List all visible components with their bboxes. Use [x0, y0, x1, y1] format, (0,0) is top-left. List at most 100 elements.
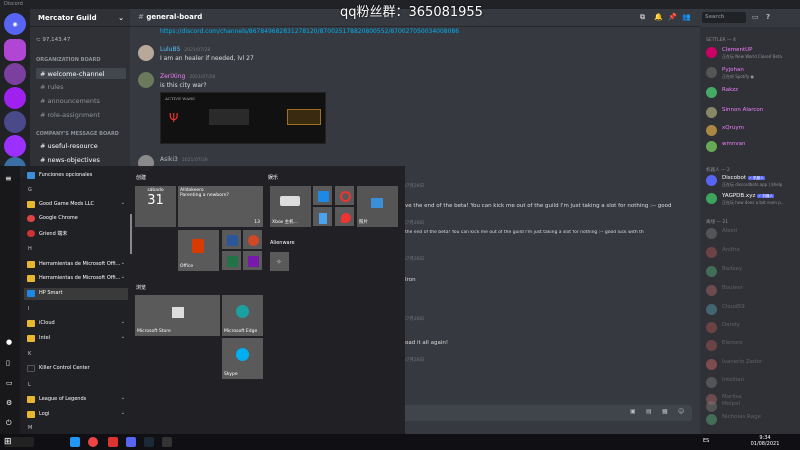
members-icon[interactable]: 👥 [682, 13, 691, 21]
pictures-icon[interactable]: ▭ [6, 379, 13, 387]
member-item[interactable]: Discobot ✓ 机器人 正在玩 discordbots.app | $help [706, 174, 798, 188]
groove-tile[interactable] [335, 186, 354, 205]
member-item[interactable]: Anitha [706, 246, 798, 260]
user-icon[interactable]: ● [6, 338, 12, 346]
channel-useful-resource[interactable]: # useful-resource [36, 140, 126, 151]
member-item[interactable]: Rakzz [706, 86, 798, 100]
app-item[interactable]: Google Chrome [24, 213, 128, 225]
category-header[interactable]: COMPANY'S MESSAGE BOARD [36, 131, 119, 137]
alienware-tile[interactable]: ✧ [270, 252, 289, 271]
steam-icon[interactable] [144, 437, 154, 447]
server-icon[interactable] [4, 135, 26, 157]
tile-group-title[interactable]: 娱乐 [268, 174, 278, 181]
member-item[interactable]: Cloud59 [706, 303, 798, 317]
member-item[interactable]: Dandy [706, 321, 798, 335]
app-folder[interactable]: Herramientas de Microsoft Offi... ⌄ [24, 273, 128, 285]
app-folder[interactable]: iCloud ⌄ [24, 318, 128, 330]
member-item[interactable]: YAGPDB.xyz ✓ 机器人 正在玩 how does a bot even p… [706, 192, 798, 206]
taskbar-app-icon[interactable] [70, 437, 80, 447]
tile-group-title[interactable]: Alienware [270, 240, 295, 246]
embed-image[interactable]: ACTIVE WARS Ψ [160, 92, 326, 144]
app-folder[interactable]: League of Legends ⌄ [24, 394, 128, 406]
sticker-icon[interactable]: ▦ [662, 408, 668, 415]
message-author[interactable]: Asiki3 2021/07/28 [160, 156, 208, 163]
scrollbar[interactable] [130, 214, 132, 254]
member-item[interactable]: Ivanerio Zedor [706, 358, 798, 372]
avatar[interactable] [138, 72, 154, 88]
skype-tile[interactable]: Skype [222, 338, 263, 379]
bell-icon[interactable]: 🔔 [654, 13, 663, 21]
app-item[interactable]: Funciones opcionales [24, 170, 128, 182]
taskbar-app-icon[interactable] [108, 437, 118, 447]
member-item[interactable]: Pyjohan 正在听 Spotify ● [706, 66, 798, 80]
channel-announcements[interactable]: # announcements [36, 95, 126, 106]
clock[interactable]: 9:34 01/08/2021 [750, 435, 780, 447]
gif-icon[interactable]: ▤ [646, 408, 652, 415]
discord-home-icon[interactable]: ◉ [4, 13, 26, 35]
member-item[interactable]: Sinnon Alarcon [706, 106, 798, 120]
server-icon[interactable] [4, 63, 26, 85]
emoji-icon[interactable]: ☺ [678, 408, 684, 415]
channel-role-assignment[interactable]: # role-assignment [36, 109, 126, 120]
member-item[interactable]: Nicholas Rage [706, 413, 798, 427]
app-folder[interactable]: Good Game Mods LLC ⌄ [24, 199, 128, 211]
member-item[interactable]: xQruym [706, 124, 798, 138]
tile-group-title[interactable]: 浏览 [136, 284, 146, 291]
member-item[interactable]: Boulevr [706, 284, 798, 298]
search-input[interactable]: Search [702, 12, 746, 23]
member-item[interactable]: Molpel [706, 400, 798, 414]
channel-rules[interactable]: # rules [36, 81, 126, 92]
document-icon[interactable]: ▯ [6, 359, 10, 367]
message-input[interactable]: ▣ ▤ ▦ ☺ [400, 405, 692, 421]
server-icon[interactable] [4, 111, 26, 133]
avatar[interactable] [138, 45, 154, 61]
letter-header[interactable]: K [28, 351, 31, 357]
xbox-tile[interactable]: Xbox 主机... [270, 186, 311, 227]
maps-tile[interactable] [335, 207, 354, 226]
member-item[interactable]: Elenoro [706, 339, 798, 353]
app-item[interactable]: Griend 端末 [24, 228, 128, 240]
store-tile[interactable]: Microsoft Store [135, 295, 220, 336]
power-icon[interactable]: ⏻ [6, 419, 12, 428]
chrome-icon[interactable] [88, 437, 98, 447]
pin-icon[interactable]: 📌 [668, 13, 677, 21]
category-header[interactable]: ORGANIZATION BOARD [36, 57, 100, 63]
word-tile[interactable] [222, 230, 241, 249]
letter-header[interactable]: I [28, 306, 29, 312]
message-author[interactable]: ZeriXing 2021/07/28 [160, 73, 215, 80]
help-icon[interactable]: ? [766, 13, 774, 21]
member-item[interactable]: Badsey [706, 265, 798, 279]
message-author[interactable]: LuluBS 2021/07/28 [160, 46, 210, 53]
member-item[interactable]: wmnvan [706, 140, 798, 154]
letter-header[interactable]: M [28, 425, 32, 431]
movies-tile[interactable] [313, 186, 332, 205]
onenote-tile[interactable] [243, 251, 262, 270]
app-folder[interactable]: Intel ⌄ [24, 333, 128, 345]
discord-icon[interactable] [126, 437, 136, 447]
member-item[interactable]: Intellian [706, 376, 798, 390]
server-icon[interactable] [4, 39, 26, 61]
letter-header[interactable]: G [28, 187, 32, 193]
phone-tile[interactable] [313, 207, 332, 226]
tile-group-title[interactable]: 创建 [136, 174, 146, 181]
message-link[interactable]: https://discord.com/channels/86784968283… [160, 28, 459, 35]
edge-tile[interactable]: Microsoft Edge [222, 295, 263, 336]
app-folder[interactable]: Herramientas de Microsoft Offi... ⌄ [24, 259, 128, 271]
app-folder[interactable]: Logi ⌄ [24, 409, 128, 421]
server-icon[interactable] [4, 87, 26, 109]
member-item[interactable]: Alesti [706, 227, 798, 241]
channel-welcome[interactable]: # welcome-channel [36, 68, 126, 79]
mail-tile[interactable]: Alldakeero Parenting a newborn? 13 [178, 186, 263, 227]
letter-header[interactable]: H [28, 246, 32, 252]
app-item[interactable]: Killer Control Center [24, 363, 128, 375]
app-item[interactable]: HP Smart [24, 288, 128, 300]
inbox-icon[interactable]: ▭ [752, 13, 760, 21]
calendar-tile[interactable]: sábado 31 [135, 186, 176, 227]
gift-icon[interactable]: ▣ [630, 408, 636, 415]
excel-tile[interactable] [222, 251, 241, 270]
windows-start-button[interactable]: ⊞ [4, 437, 34, 447]
taskbar-app-icon[interactable] [162, 437, 172, 447]
threads-icon[interactable]: ⧉ [640, 13, 648, 21]
powerpoint-tile[interactable] [243, 230, 262, 249]
language-indicator[interactable]: ES [703, 438, 709, 444]
